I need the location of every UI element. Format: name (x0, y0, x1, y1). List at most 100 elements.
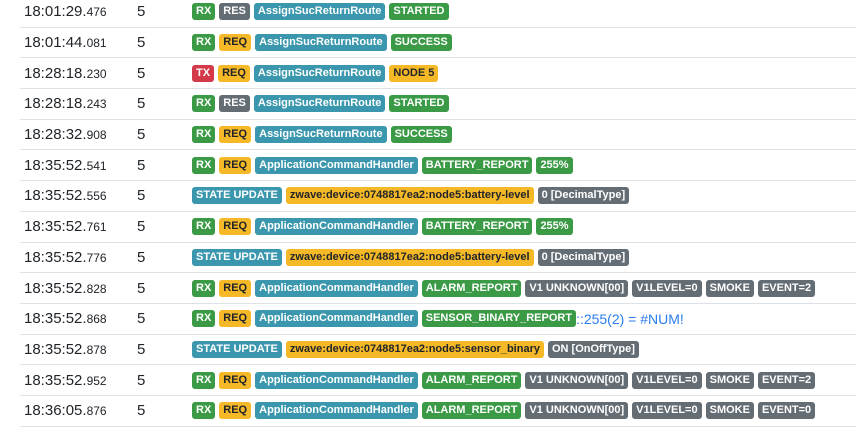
badge: RX (192, 156, 216, 174)
timestamp: 18:01:44.081 (24, 34, 107, 52)
badge: ALARM_REPORT (421, 279, 522, 297)
timestamp: 18:35:52.541 (24, 156, 107, 174)
badge: AssignSucReturnRoute (255, 126, 387, 144)
badge-group: RX RES AssignSucReturnRoute STARTED (192, 3, 449, 21)
node-id: 5 (137, 340, 146, 358)
badge: REQ (219, 402, 252, 420)
node-id: 5 (137, 187, 146, 205)
badge: ApplicationCommandHandler (255, 156, 418, 174)
badge: EVENT=2 (757, 371, 816, 389)
badge: EVENT=0 (757, 402, 816, 420)
log-row[interactable]: 18:28:18.230 5 TX REQ AssignSucReturnRoute NO… (20, 58, 856, 90)
log-row[interactable]: 18:35:52.828 5 RX REQ ApplicationCommandHand… (20, 273, 856, 304)
node-id: 5 (137, 218, 146, 236)
badge: BATTERY_REPORT (421, 218, 533, 236)
timestamp: 18:28:18.230 (24, 64, 107, 82)
badge: EVENT=2 (757, 279, 816, 297)
node-id: 5 (137, 95, 146, 113)
node-id: 5 (137, 3, 146, 21)
timestamp: 18:35:52.952 (24, 371, 107, 389)
node-id: 5 (137, 248, 146, 266)
node-id: 5 (137, 64, 146, 82)
node-id: 5 (137, 371, 146, 389)
timestamp: 18:35:52.776 (24, 248, 107, 266)
log-row[interactable]: 18:35:52.878 5 STATE UPDATE zwave:device:07… (20, 335, 856, 366)
badge: ApplicationCommandHandler (255, 218, 418, 236)
badge: AssignSucReturnRoute (253, 3, 386, 21)
log-row[interactable]: 18:35:52.556 5 STATE UPDATE zwave:device:07… (20, 181, 856, 212)
log-row[interactable]: 18:35:52.541 5 RX REQ ApplicationCommandHand… (20, 150, 856, 182)
node-id: 5 (137, 402, 146, 420)
badge: SMOKE (705, 371, 754, 389)
badge-group: RX REQ ApplicationCommandHandler SENSOR_BIN… (192, 310, 684, 328)
badge: REQ (219, 310, 252, 328)
badge: RX (192, 3, 216, 21)
log-row[interactable]: 18:01:29.476 5 RX RES AssignSucReturnRoute ST… (20, 0, 856, 28)
badge-group: TX REQ AssignSucReturnRoute NODE 5 (192, 64, 439, 82)
badge: ApplicationCommandHandler (255, 402, 418, 420)
badge: SMOKE (705, 279, 754, 297)
badge: ApplicationCommandHandler (255, 279, 418, 297)
badge: AssignSucReturnRoute (253, 64, 386, 82)
badge: 255% (536, 218, 573, 236)
log-table: 18:01:29.476 5 RX RES AssignSucReturnRoute ST… (20, 0, 856, 427)
log-row[interactable]: 18:35:52.868 5 RX REQ ApplicationCommandHand… (20, 304, 856, 335)
badge: V1 UNKNOWN[00] (525, 371, 629, 389)
badge: RES (219, 95, 250, 113)
badge: SMOKE (705, 402, 754, 420)
badge: REQ (219, 156, 252, 174)
badge-group: RX REQ ApplicationCommandHandler ALARM_REPO… (192, 402, 816, 420)
badge: REQ (219, 279, 252, 297)
log-row[interactable]: 18:28:18.243 5 RX RES AssignSucReturnRoute ST… (20, 89, 856, 120)
badge-group: STATE UPDATE zwave:device:0748817ea2:node… (192, 340, 639, 358)
timestamp: 18:35:52.556 (24, 187, 107, 205)
badge: RX (192, 279, 216, 297)
badge-group: STATE UPDATE zwave:device:0748817ea2:node… (192, 187, 630, 205)
badge: REQ (219, 126, 252, 144)
badge: REQ (219, 34, 252, 52)
node-id: 5 (137, 279, 146, 297)
log-row[interactable]: 18:35:52.761 5 RX REQ ApplicationCommandHand… (20, 212, 856, 243)
badge: RX (192, 126, 216, 144)
badge-group: RX REQ ApplicationCommandHandler ALARM_REPO… (192, 279, 816, 297)
badge-group: RX REQ AssignSucReturnRoute SUCCESS (192, 34, 452, 52)
log-row[interactable]: 18:35:52.952 5 RX REQ ApplicationCommandHand… (20, 365, 856, 396)
badge: AssignSucReturnRoute (255, 34, 387, 52)
badge: ON [OnOffType] (547, 340, 639, 358)
badge: V1LEVEL=0 (632, 279, 702, 297)
badge: STARTED (389, 3, 449, 21)
badge: BATTERY_REPORT (421, 156, 533, 174)
badge: TX (192, 64, 215, 82)
badge: V1 UNKNOWN[00] (525, 402, 629, 420)
timestamp: 18:35:52.868 (24, 310, 107, 328)
badge: ApplicationCommandHandler (255, 310, 418, 328)
badge: V1LEVEL=0 (632, 402, 702, 420)
badge: SENSOR_BINARY_REPORT (421, 310, 577, 328)
badge: SUCCESS (390, 126, 452, 144)
badge: V1LEVEL=0 (632, 371, 702, 389)
timestamp: 18:01:29.476 (24, 3, 107, 21)
badge-group: RX REQ ApplicationCommandHandler ALARM_REPO… (192, 371, 816, 389)
badge-group: RX REQ AssignSucReturnRoute SUCCESS (192, 126, 452, 144)
node-id: 5 (137, 34, 146, 52)
log-row[interactable]: 18:01:44.081 5 RX REQ AssignSucReturnRoute SU… (20, 28, 856, 59)
badge: STATE UPDATE (192, 248, 282, 266)
value-text: ::255(2) = #NUM! (576, 310, 684, 327)
badge: RX (192, 34, 216, 52)
timestamp: 18:28:32.908 (24, 126, 107, 144)
badge-group: RX RES AssignSucReturnRoute STARTED (192, 95, 449, 113)
badge-group: RX REQ ApplicationCommandHandler BATTERY_RE… (192, 156, 573, 174)
log-row[interactable]: 18:35:52.776 5 STATE UPDATE zwave:device:07… (20, 243, 856, 274)
badge: ALARM_REPORT (421, 371, 522, 389)
badge: V1 UNKNOWN[00] (525, 279, 629, 297)
badge: NODE 5 (389, 64, 439, 82)
node-id: 5 (137, 310, 146, 328)
badge: ALARM_REPORT (421, 402, 522, 420)
timestamp: 18:36:05.876 (24, 402, 107, 420)
log-row[interactable]: 18:28:32.908 5 RX REQ AssignSucReturnRoute SU… (20, 120, 856, 151)
badge: REQ (219, 371, 252, 389)
timestamp: 18:35:52.828 (24, 279, 107, 297)
badge: 0 [DecimalType] (537, 248, 630, 266)
badge: zwave:device:0748817ea2:node5:sensor_bin… (285, 340, 544, 358)
log-row[interactable]: 18:36:05.876 5 RX REQ ApplicationCommandHand… (20, 396, 856, 427)
